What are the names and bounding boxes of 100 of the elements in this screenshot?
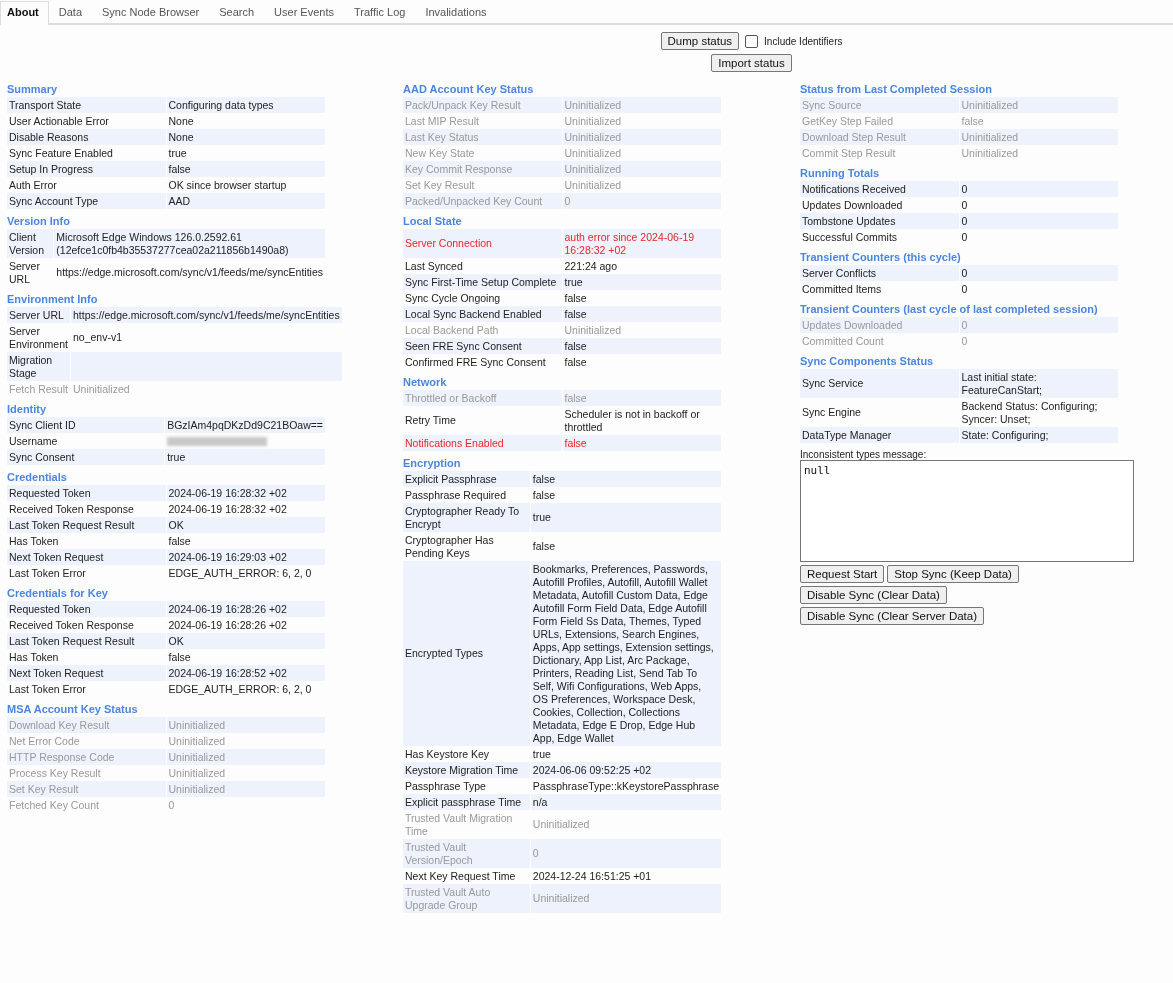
field-label: Last Token Error [8, 681, 87, 697]
field-value: 2024-06-19 16:28:26 +02 [166, 601, 325, 617]
field-label: HTTP Response Code [7, 749, 166, 765]
field-label: Inconsistent types message: [800, 449, 928, 460]
field-value: 0 [959, 181, 1118, 197]
field-value: 0 [959, 317, 1118, 333]
section-title: Sync Components Status [800, 354, 935, 369]
field-value: 2024-06-19 16:28:32 +02 [167, 501, 288, 517]
field-value: false [563, 290, 588, 306]
field-label: Trusted Vault Auto Upgrade Group [403, 884, 530, 913]
field-value: true [530, 503, 721, 532]
field-label: Key Commit Response [403, 161, 562, 177]
field-label: Sync First-Time Setup Complete [403, 274, 562, 290]
field-label: Sync Source [800, 97, 959, 113]
section-title: Status from Last Completed Session [800, 82, 993, 97]
field-value: BGzIAm4pqDKzDd9C21BOaw== [165, 417, 325, 433]
field-value: Uninitialized [167, 765, 227, 781]
field-value: Uninitialized [562, 161, 721, 177]
field-value: EDGE_AUTH_ERROR: 6, 2, 0 [167, 565, 313, 581]
field-value: Uninitialized [959, 129, 1118, 145]
tab[interactable]: About [0, 1, 49, 25]
section-title: Summary [7, 82, 59, 97]
field-value: false [562, 390, 721, 406]
field-value: Configuring data types [166, 97, 325, 113]
field-label: DataType Manager [800, 427, 959, 443]
tab[interactable]: User Events [264, 1, 344, 23]
field-label: Sync Cycle Ongoing [404, 290, 502, 306]
checkbox[interactable] [745, 34, 759, 48]
field-value: true [165, 449, 325, 465]
section-title: Environment Info [7, 292, 99, 307]
field-label: Pack/Unpack Key Result [403, 97, 562, 113]
section-title: MSA Account Key Status [7, 702, 139, 717]
field-label: Has Token [8, 649, 60, 665]
field-value: false [562, 435, 721, 451]
field-label: Transport State [7, 97, 166, 113]
section-title: Version Info [7, 214, 71, 229]
field-label: Local Sync Backend Enabled [403, 306, 562, 322]
field-label: Setup In Progress [7, 161, 166, 177]
field-label: Has Token [8, 533, 60, 549]
field-label: Client Version [7, 229, 54, 258]
field-value: true [562, 274, 721, 290]
dump-status-button[interactable]: Dump status [660, 32, 740, 50]
field-value: Last initial state: FeatureCanStart; [959, 369, 1118, 398]
field-value: 0 [960, 281, 969, 297]
tab[interactable]: Data [48, 1, 92, 23]
section-title: Encryption [403, 456, 462, 471]
field-value: 0 [562, 193, 721, 209]
section-title: Running Totals [800, 166, 881, 181]
field-label: Process Key Result [8, 765, 102, 781]
field-value: false [960, 113, 985, 129]
field-label: Local Backend Path [404, 322, 500, 338]
field-value: Scheduler is not in backoff or throttled [563, 406, 701, 435]
action-button[interactable]: Disable Sync (Clear Data) [800, 586, 947, 604]
field-label: GetKey Step Failed [801, 113, 895, 129]
tab[interactable]: Sync Node Browser [92, 1, 210, 23]
field-value: n/a [530, 794, 721, 810]
section-title: Transient Counters (last cycle of last completed session) [800, 302, 1099, 317]
field-label: Last MIP Result [404, 113, 480, 129]
section-title: Network [403, 375, 448, 390]
field-value: Uninitialized [563, 177, 623, 193]
field-label: Updates Downloaded [800, 317, 959, 333]
tab[interactable]: Invalidations [415, 1, 497, 23]
field-label: Trusted Vault Version/Epoch [403, 839, 530, 868]
field-label: Trusted Vault Migration Time [404, 810, 514, 839]
field-value: 0 [959, 265, 1118, 281]
field-label: Download Step Result [800, 129, 959, 145]
action-button[interactable]: Stop Sync (Keep Data) [887, 565, 1019, 583]
field-label: New Key State [404, 145, 476, 161]
field-label: Sync Consent [7, 449, 165, 465]
field-label: Net Error Code [8, 733, 81, 749]
field-value: Uninitialized [166, 781, 325, 797]
message-field[interactable]: null [800, 460, 1134, 562]
field-label: Auth Error [8, 177, 58, 193]
field-value: EDGE_AUTH_ERROR: 6, 2, 0 [167, 681, 313, 697]
field-label: Last Key Status [403, 129, 562, 145]
field-label: Committed Items [801, 281, 883, 297]
checkbox-label: Include Identifiers [764, 35, 843, 47]
action-button[interactable]: Disable Sync (Clear Server Data) [800, 607, 984, 625]
field-value: 0 [530, 839, 721, 868]
field-label: Username [8, 433, 59, 449]
action-button[interactable]: Request Start [800, 565, 885, 583]
field-label: Updates Downloaded [801, 197, 904, 213]
field-value: false [530, 471, 721, 487]
section-title: AAD Account Key Status [403, 82, 535, 97]
field-value: auth error since 2024-06-19 16:28:32 +02 [562, 229, 721, 258]
field-value: Uninitialized [563, 145, 623, 161]
field-label: Sync Feature Enabled [8, 145, 114, 161]
tab[interactable]: Search [209, 1, 265, 23]
import-status-button[interactable]: Import status [711, 54, 792, 72]
field-label: Fetch Result [8, 381, 69, 397]
tab[interactable]: Traffic Log [344, 1, 416, 23]
field-value: false [167, 649, 192, 665]
field-label: Passphrase Required [404, 487, 507, 503]
field-label: Last Token Request Result [7, 517, 166, 533]
field-value: Uninitialized [531, 817, 591, 832]
field-label: Packed/Unpacked Key Count [403, 193, 562, 209]
field-label: Cryptographer Has Pending Keys [404, 532, 495, 561]
field-value: 0 [959, 213, 1118, 229]
field-value: true [531, 746, 552, 762]
field-value: Uninitialized [166, 749, 325, 765]
